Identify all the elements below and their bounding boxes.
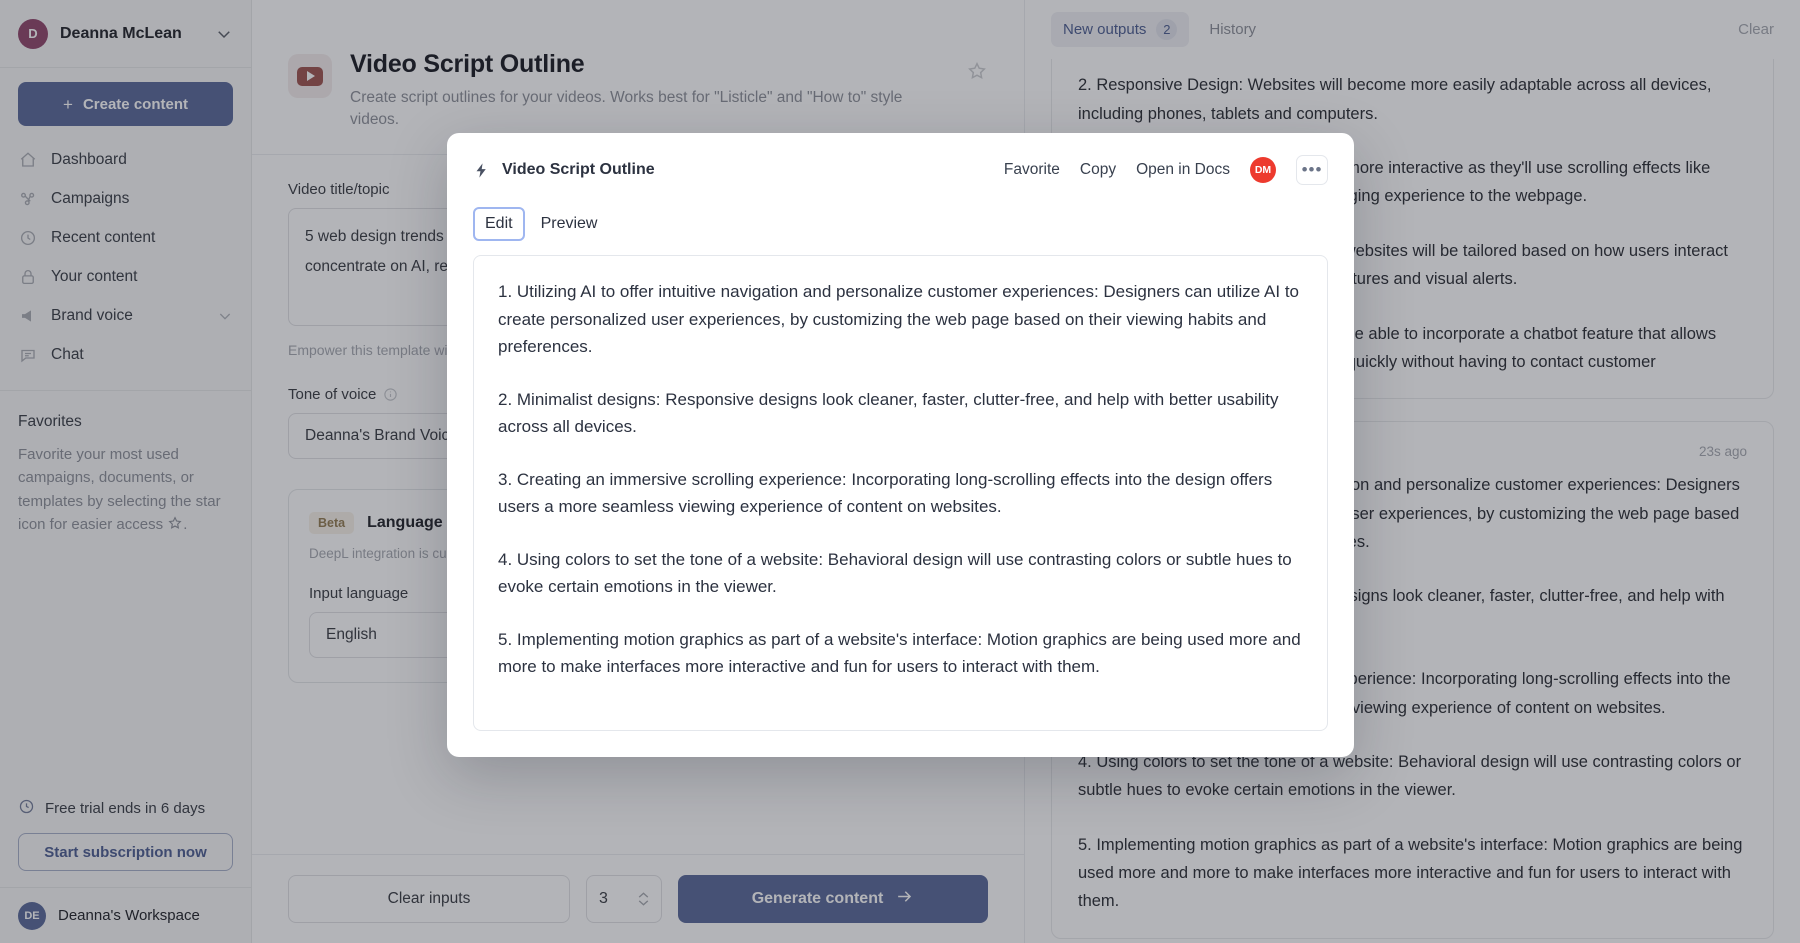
modal-header: Video Script Outline Favorite Copy Open …	[473, 155, 1328, 185]
open-in-docs-button[interactable]: Open in Docs	[1136, 161, 1230, 179]
ellipsis-icon[interactable]: •••	[1296, 155, 1328, 185]
avatar[interactable]: DM	[1250, 157, 1276, 183]
modal-paragraph: 5. Implementing motion graphics as part …	[498, 626, 1303, 681]
modal-tabs: Edit Preview	[473, 207, 1328, 241]
tab-edit[interactable]: Edit	[473, 207, 525, 241]
bolt-icon	[473, 162, 490, 179]
tab-preview[interactable]: Preview	[531, 209, 608, 239]
modal-paragraph: 1. Utilizing AI to offer intuitive navig…	[498, 278, 1303, 361]
copy-button[interactable]: Copy	[1080, 161, 1116, 179]
modal-title: Video Script Outline	[502, 161, 992, 179]
favorite-button[interactable]: Favorite	[1004, 161, 1060, 179]
modal-paragraph: 3. Creating an immersive scrolling exper…	[498, 466, 1303, 521]
modal-paragraph: 2. Minimalist designs: Responsive design…	[498, 386, 1303, 441]
output-detail-modal: Video Script Outline Favorite Copy Open …	[447, 133, 1354, 757]
modal-editor[interactable]: 1. Utilizing AI to offer intuitive navig…	[473, 255, 1328, 731]
modal-paragraph: 4. Using colors to set the tone of a web…	[498, 546, 1303, 601]
